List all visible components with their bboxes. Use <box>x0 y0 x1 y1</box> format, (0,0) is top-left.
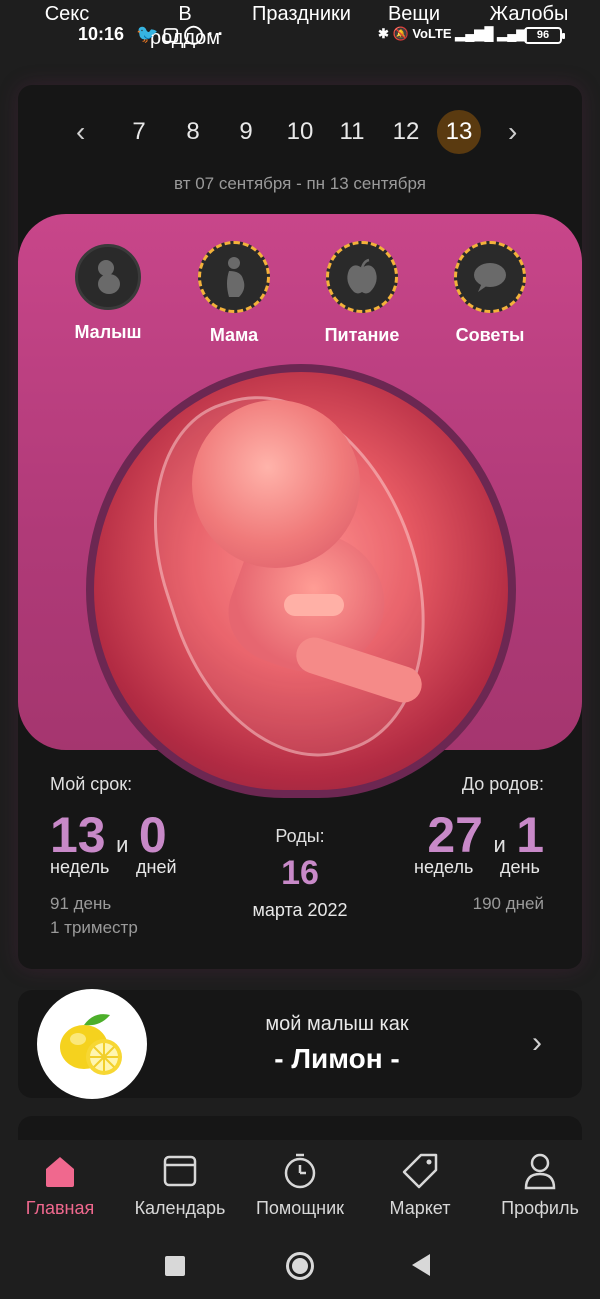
category-tips-label: Советы <box>455 325 525 345</box>
chevron-right-icon[interactable]: › <box>532 1026 542 1060</box>
back-icon[interactable] <box>412 1254 430 1276</box>
term-and: и <box>116 832 129 857</box>
day-7[interactable]: 7 <box>117 118 161 146</box>
remaining-weeks: 27 <box>427 807 483 863</box>
day-8[interactable]: 8 <box>171 118 215 146</box>
day-11[interactable]: 11 <box>330 118 374 146</box>
term-days: 0 <box>138 807 167 863</box>
status-bar: 10:16 🐦▢◯·· ✱ 🔕 VoLTE ▂▄▆█ ▂▄▆ 96 <box>0 22 600 48</box>
week-selector: ‹ 7 8 9 10 11 12 13 › <box>0 110 600 154</box>
app-icon: ▢ <box>162 24 184 44</box>
embryo-head <box>192 400 360 568</box>
birth-month-year: марта 2022 <box>252 900 348 920</box>
next-week-arrow-icon[interactable]: › <box>508 116 517 148</box>
lemon-image <box>37 989 147 1099</box>
signal-2-icon: ▂▄▆ <box>497 26 527 41</box>
profile-icon <box>480 1150 600 1192</box>
apple-icon <box>326 241 398 313</box>
nav-market-label: Маркет <box>389 1198 451 1218</box>
remaining-value: 27 и 1 <box>427 806 544 864</box>
category-mother-label: Мама <box>209 325 259 345</box>
volte-icon: VoLTE <box>412 26 452 41</box>
remaining-total-days: 190 дней <box>472 894 544 913</box>
nav-market[interactable]: Маркет <box>360 1150 480 1219</box>
system-status-icons: ✱ 🔕 VoLTE ▂▄▆█ ▂▄▆ <box>378 26 526 42</box>
mute-icon: 🔕 <box>392 26 409 41</box>
term-trimester: 1 триместр <box>50 918 138 937</box>
remaining-days-unit: день <box>500 857 540 877</box>
category-mother[interactable]: Мама <box>174 241 294 346</box>
battery-icon: 96 <box>524 27 565 44</box>
status-time: 10:16 <box>78 24 125 44</box>
term-weeks-unit: недель <box>50 857 110 877</box>
day-12[interactable]: 12 <box>384 118 428 146</box>
baby-icon <box>75 244 141 310</box>
mother-icon <box>198 241 270 313</box>
bluetooth-icon: ✱ <box>378 26 389 41</box>
nav-calendar[interactable]: Календарь <box>120 1150 240 1219</box>
more-dots-icon: ·· <box>207 24 228 44</box>
nav-home-label: Главная <box>25 1198 95 1218</box>
prev-week-arrow-icon[interactable]: ‹ <box>76 116 85 148</box>
nav-profile[interactable]: Профиль <box>480 1150 600 1219</box>
remaining-weeks-unit: недель <box>414 857 474 877</box>
category-nutrition[interactable]: Питание <box>302 241 422 346</box>
term-title: Мой срок: <box>50 774 133 794</box>
twitter-icon: 🐦 <box>136 24 163 44</box>
baby-size-fruit: - Лимон - <box>274 1043 400 1074</box>
chat-bubble-icon <box>454 241 526 313</box>
term-total-days: 91 день <box>50 894 112 913</box>
embryo-illustration[interactable] <box>86 364 516 798</box>
stopwatch-icon <box>240 1150 360 1192</box>
remaining-days: 1 <box>516 807 544 863</box>
category-baby-label: Малыш <box>74 322 142 342</box>
category-tips[interactable]: Советы <box>430 241 550 346</box>
category-baby[interactable]: Малыш <box>48 244 168 343</box>
nav-home[interactable]: Главная <box>0 1150 120 1219</box>
birth-day: 16 <box>281 854 319 892</box>
day-10[interactable]: 10 <box>278 118 322 146</box>
nav-profile-label: Профиль <box>501 1198 579 1218</box>
tag-icon <box>360 1150 480 1192</box>
category-nutrition-label: Питание <box>324 325 400 345</box>
bottom-nav: Главная Календарь Помощник Маркет Профил… <box>0 1140 600 1232</box>
day-13-selected[interactable]: 13 <box>437 110 481 154</box>
home-icon <box>0 1150 120 1192</box>
baby-size-caption: мой малыш как <box>265 1013 409 1035</box>
date-range: вт 07 сентября - пн 13 сентября <box>174 174 426 193</box>
birth-title: Роды: <box>275 826 325 846</box>
term-value: 13 и 0 <box>50 806 167 864</box>
term-weeks: 13 <box>50 807 106 863</box>
home-system-icon[interactable] <box>286 1252 314 1280</box>
remaining-and: и <box>493 832 506 857</box>
term-days-unit: дней <box>136 857 177 877</box>
whatsapp-icon: ◯ <box>183 24 208 44</box>
signal-icon: ▂▄▆█ <box>455 26 494 41</box>
embryo-arm <box>284 594 344 616</box>
recent-apps-icon[interactable] <box>165 1256 185 1276</box>
nav-assistant[interactable]: Помощник <box>240 1150 360 1219</box>
day-9[interactable]: 9 <box>224 118 268 146</box>
calendar-icon <box>120 1150 240 1192</box>
nav-calendar-label: Календарь <box>134 1198 226 1218</box>
remaining-title: До родов: <box>461 774 544 794</box>
notification-icons: 🐦▢◯·· <box>136 24 228 45</box>
nav-assistant-label: Помощник <box>255 1198 344 1218</box>
system-nav-bar <box>0 1232 600 1299</box>
